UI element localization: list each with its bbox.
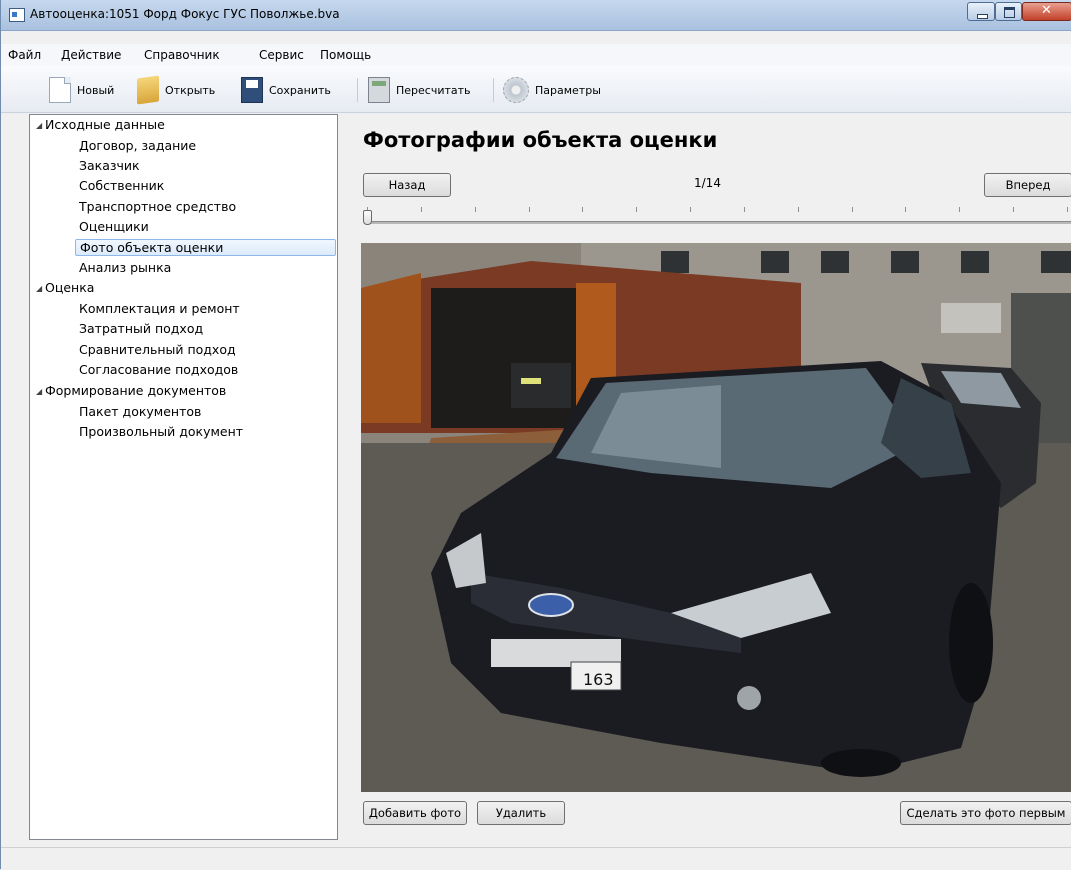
menu-directory[interactable]: Справочник (144, 48, 220, 62)
slider-tick (420, 207, 422, 212)
slider-tick (1013, 207, 1015, 212)
recalculate-button-label: Пересчитать (396, 83, 471, 97)
page-title: Фотографии объекта оценки (363, 128, 718, 152)
new-button[interactable]: Новый (49, 76, 114, 104)
minimize-button[interactable] (967, 2, 995, 21)
tree-item-reconciliation[interactable]: Согласование подходов (79, 362, 238, 379)
delete-photo-button[interactable]: Удалить (477, 801, 565, 825)
menu-file[interactable]: Файл (8, 48, 41, 62)
save-disk-icon (241, 77, 263, 103)
toolbar: Новый Открыть Сохранить Пересчитать Пара… (1, 66, 1071, 113)
tree-item-appraisers[interactable]: Оценщики (79, 219, 149, 236)
toolbar-separator (493, 78, 494, 102)
tree-group-valuation[interactable]: Оценка (45, 280, 94, 297)
tree-item-document-package[interactable]: Пакет документов (79, 404, 201, 421)
tree-item-photos[interactable]: Фото объекта оценки (75, 239, 336, 256)
slider-tick (1067, 207, 1068, 212)
status-bar (1, 847, 1071, 870)
tree-item-owner[interactable]: Собственник (79, 178, 164, 195)
open-folder-icon (137, 75, 159, 105)
save-button[interactable]: Сохранить (241, 76, 331, 104)
tree-group-documents[interactable]: Формирование документов (45, 383, 226, 400)
tree-item-market-analysis[interactable]: Анализ рынка (79, 260, 171, 277)
photo-slider-thumb[interactable] (363, 210, 372, 225)
open-button[interactable]: Открыть (137, 75, 216, 105)
tree-item-customer[interactable]: Заказчик (79, 158, 140, 175)
slider-tick (851, 207, 853, 212)
slider-tick (797, 207, 799, 212)
photo-slider-track[interactable] (365, 221, 1071, 224)
make-first-photo-button[interactable]: Сделать это фото первым (900, 801, 1071, 825)
calculator-icon (368, 77, 390, 103)
tree-group-source-data[interactable]: Исходные данные (45, 117, 165, 134)
tree-item-vehicle[interactable]: Транспортное средство (79, 199, 236, 216)
tree-item-comparative-approach[interactable]: Сравнительный подход (79, 342, 236, 359)
tree-item-equipment-repair[interactable]: Комплектация и ремонт (79, 301, 240, 318)
app-icon (9, 8, 25, 22)
recalculate-button[interactable]: Пересчитать (368, 76, 471, 104)
window-title: Автооценка:1051 Форд Фокус ГУС Поволжье.… (30, 7, 340, 21)
slider-tick (636, 207, 638, 212)
close-button[interactable] (1022, 2, 1071, 21)
car-photo-image: 163 (361, 243, 1071, 792)
slider-tick (528, 207, 530, 212)
menu-bar: Файл Действие Справочник Сервис Помощь (1, 44, 1071, 67)
slider-tick (690, 207, 692, 212)
title-bar[interactable]: Автооценка:1051 Форд Фокус ГУС Поволжье.… (1, 0, 1071, 31)
slider-tick (905, 207, 907, 212)
slider-tick (582, 207, 584, 212)
tree-item-custom-document[interactable]: Произвольный документ (79, 424, 243, 441)
slider-tick (743, 207, 745, 212)
menu-help[interactable]: Помощь (320, 48, 371, 62)
parameters-button[interactable]: Параметры (503, 76, 601, 104)
slider-tick (959, 207, 961, 212)
app-window: Автооценка:1051 Форд Фокус ГУС Поволжье.… (0, 0, 1071, 870)
maximize-button[interactable] (995, 2, 1022, 21)
add-photo-button[interactable]: Добавить фото (363, 801, 467, 825)
tree-item-contract[interactable]: Договор, задание (79, 138, 196, 155)
plate-number: 163 (583, 670, 614, 689)
collapse-triangle-icon[interactable]: ◢ (36, 121, 42, 130)
vehicle-photo: 163 (361, 243, 1071, 792)
save-button-label: Сохранить (269, 83, 331, 97)
menu-action[interactable]: Действие (61, 48, 121, 62)
parameters-button-label: Параметры (535, 83, 601, 97)
open-button-label: Открыть (165, 83, 216, 97)
toolbar-separator (357, 78, 358, 102)
gear-icon (503, 77, 529, 103)
photo-counter: 1/14 (694, 176, 721, 190)
collapse-triangle-icon[interactable]: ◢ (36, 284, 42, 293)
tree-item-cost-approach[interactable]: Затратный подход (79, 321, 203, 338)
back-button[interactable]: Назад (363, 173, 451, 197)
new-document-icon (49, 77, 71, 103)
slider-tick (474, 207, 476, 212)
navigation-tree[interactable]: ◢ Исходные данные Договор, задание Заказ… (29, 114, 338, 840)
new-button-label: Новый (77, 83, 115, 97)
collapse-triangle-icon[interactable]: ◢ (36, 387, 42, 396)
forward-button[interactable]: Вперед (984, 173, 1071, 197)
menu-service[interactable]: Сервис (259, 48, 304, 62)
